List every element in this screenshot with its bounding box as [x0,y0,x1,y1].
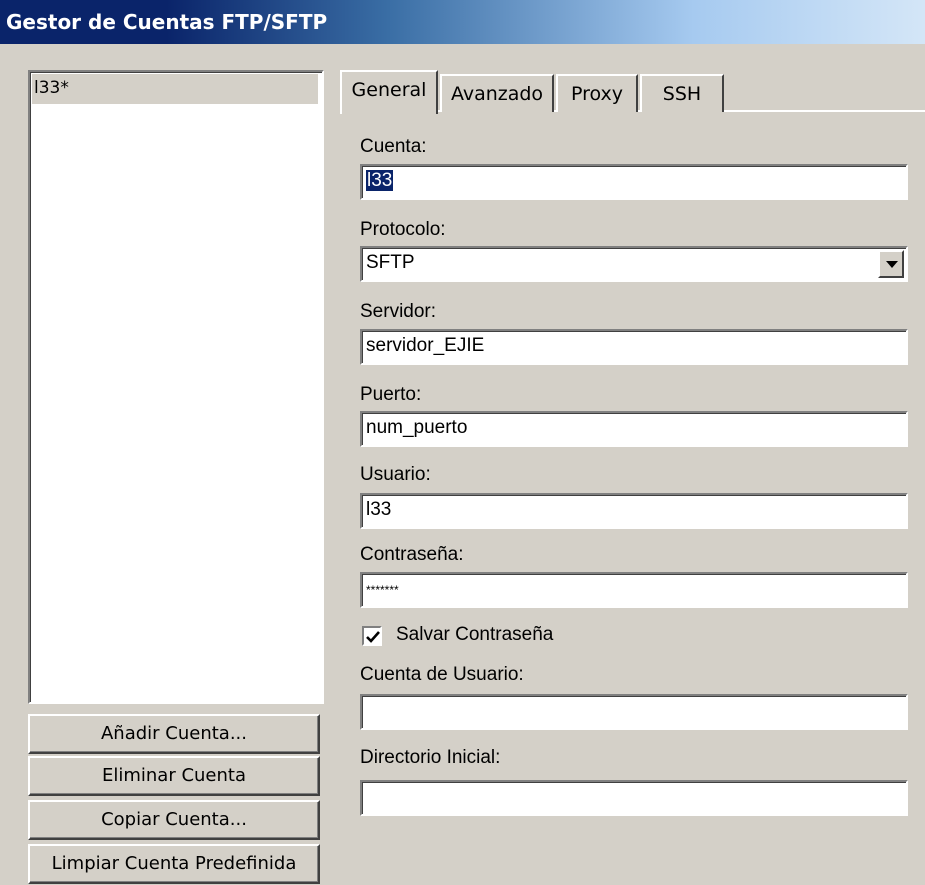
port-field-value: num_puerto [366,417,468,438]
account-field-value: l33 [366,170,394,191]
initial-dir-field[interactable] [360,780,908,816]
tab-ssh[interactable]: SSH [640,74,724,112]
remove-account-button[interactable]: Eliminar Cuenta [28,756,320,796]
user-account-label: Cuenta de Usuario: [360,664,524,685]
server-label: Servidor: [360,301,437,322]
account-list-item[interactable]: l33* [32,74,318,104]
chevron-down-icon[interactable] [878,250,904,278]
user-account-field[interactable] [360,694,908,730]
server-field-value: servidor_EJIE [366,335,485,356]
tab-general[interactable]: General [340,70,438,114]
tab-advanced[interactable]: Avanzado [440,74,554,112]
protocol-select-value: SFTP [366,252,415,273]
account-list[interactable]: l33* [28,70,324,704]
window-title: Gestor de Cuentas FTP/SFTP [6,10,328,34]
title-bar[interactable]: Gestor de Cuentas FTP/SFTP [0,0,925,44]
account-field[interactable]: l33 [360,164,908,200]
dialog-body: l33* Añadir Cuenta... Eliminar Cuenta Co… [0,44,925,885]
user-field-value: l33 [366,499,392,520]
password-label: Contraseña: [360,544,464,565]
protocol-select[interactable]: SFTP [360,246,908,282]
add-account-button[interactable]: Añadir Cuenta... [28,714,320,754]
password-field[interactable]: ******* [360,572,908,608]
account-label: Cuenta: [360,136,427,157]
tab-proxy[interactable]: Proxy [556,74,638,112]
clear-default-account-button[interactable]: Limpiar Cuenta Predefinida [28,844,320,884]
port-field[interactable]: num_puerto [360,411,908,447]
checkmark-icon [366,631,380,643]
user-field[interactable]: l33 [360,493,908,529]
user-label: Usuario: [360,464,431,485]
save-password-label[interactable]: Salvar Contraseña [396,624,553,646]
initial-dir-label: Directorio Inicial: [360,747,501,768]
protocol-label: Protocolo: [360,219,446,240]
copy-account-button[interactable]: Copiar Cuenta... [28,800,320,840]
save-password-checkbox[interactable] [362,626,382,646]
password-field-value: ******* [366,583,399,597]
port-label: Puerto: [360,384,422,405]
server-field[interactable]: servidor_EJIE [360,329,908,365]
